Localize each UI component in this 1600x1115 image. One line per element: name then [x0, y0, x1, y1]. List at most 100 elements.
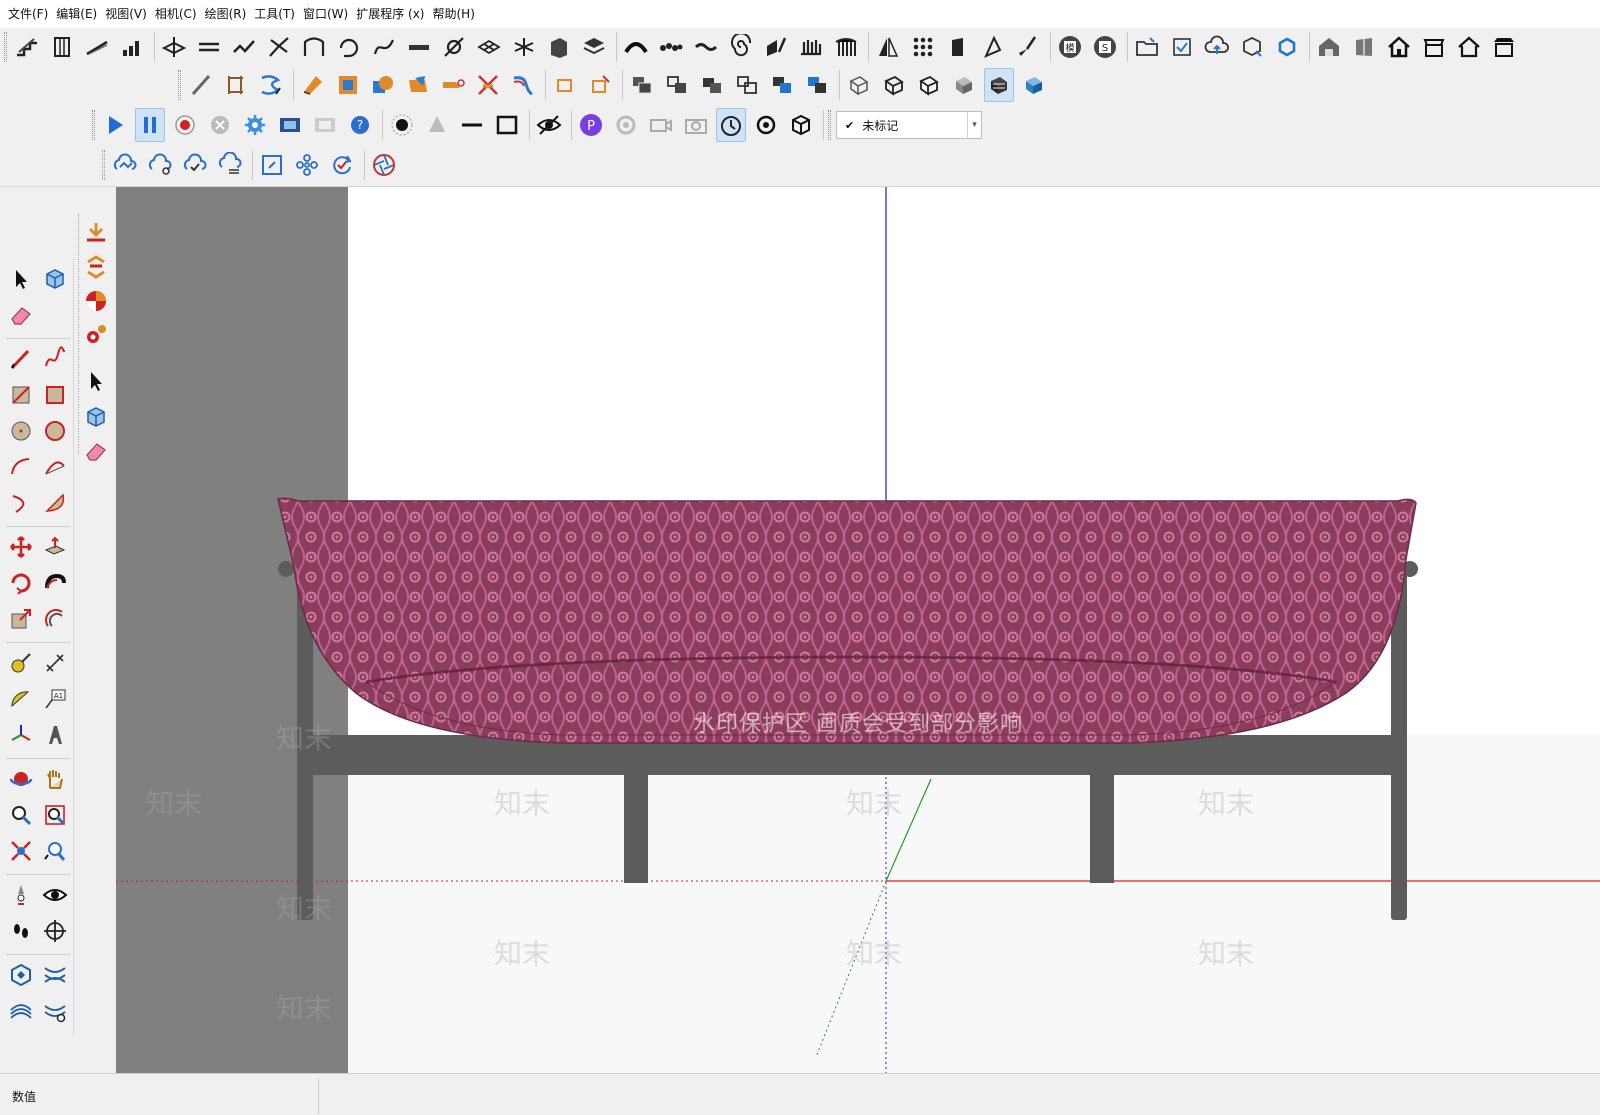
- menu-window[interactable]: 窗口(W): [299, 0, 352, 28]
- protractor-button[interactable]: [6, 684, 36, 714]
- arc-tool-button[interactable]: [6, 452, 36, 482]
- toolbar-grip[interactable]: [4, 32, 7, 62]
- hidden-line-style-button[interactable]: [914, 68, 944, 102]
- home-button[interactable]: [1384, 30, 1414, 64]
- menu-edit[interactable]: 编辑(E): [52, 0, 101, 28]
- orbit-tool-button[interactable]: [6, 764, 36, 794]
- render-sync-button[interactable]: [611, 108, 641, 142]
- stop-button[interactable]: [205, 108, 235, 142]
- dot-grid-button[interactable]: [908, 30, 938, 64]
- menu-help[interactable]: 帮助(H): [428, 0, 478, 28]
- measurements-input[interactable]: [318, 1078, 1600, 1114]
- floor-tool-button[interactable]: [159, 30, 189, 64]
- model-plugin-button[interactable]: 模: [1055, 30, 1085, 64]
- rotate-tool-button[interactable]: [6, 568, 36, 598]
- store-front-button[interactable]: [1489, 30, 1519, 64]
- help-button[interactable]: ?: [345, 108, 375, 142]
- axes-tool-button[interactable]: [6, 720, 36, 750]
- check-box-button[interactable]: [1167, 30, 1197, 64]
- mirror-button[interactable]: [873, 30, 903, 64]
- cut-line-button[interactable]: [229, 30, 259, 64]
- solid-union-button[interactable]: [368, 68, 398, 102]
- grid-plane-button[interactable]: [474, 30, 504, 64]
- split-button[interactable]: [473, 68, 503, 102]
- eraser-tool-button[interactable]: [6, 300, 36, 330]
- material-editor-button[interactable]: [751, 108, 781, 142]
- two-point-arc-button[interactable]: [40, 452, 70, 482]
- shaded-textures-style-button[interactable]: [984, 68, 1014, 102]
- menu-camera[interactable]: 相机(C): [151, 0, 201, 28]
- arc-cap-button[interactable]: [621, 30, 651, 64]
- spring-tool-button[interactable]: [256, 68, 286, 102]
- blue-component-button[interactable]: [767, 68, 797, 102]
- hide-button[interactable]: [732, 68, 762, 102]
- push-pull-tool-button[interactable]: [40, 532, 70, 562]
- ramp-tool-button[interactable]: [82, 30, 112, 64]
- panel-button[interactable]: [1349, 30, 1379, 64]
- line-3d-button[interactable]: [186, 68, 216, 102]
- scale-tool-button[interactable]: [6, 604, 36, 634]
- aperture-button[interactable]: [369, 148, 399, 182]
- cloud-upload-button[interactable]: [1202, 30, 1232, 64]
- brush-button[interactable]: [1013, 30, 1043, 64]
- section-plane-button[interactable]: [40, 916, 70, 946]
- outer-shell-button[interactable]: [550, 68, 580, 102]
- line-light-button[interactable]: [457, 108, 487, 142]
- wall-line-button[interactable]: [194, 30, 224, 64]
- menu-draw[interactable]: 绘图(R): [201, 0, 251, 28]
- play-button[interactable]: [100, 108, 130, 142]
- text-tool-button[interactable]: A1: [40, 684, 70, 714]
- circle-tool-button[interactable]: [6, 416, 36, 446]
- collapse-expand-button[interactable]: [81, 252, 111, 282]
- move-tool-button[interactable]: [6, 532, 36, 562]
- component-tool-button[interactable]: [40, 264, 70, 294]
- menu-tools[interactable]: 工具(T): [250, 0, 299, 28]
- dimension-tool-button[interactable]: [40, 648, 70, 678]
- cloud-check-button[interactable]: [180, 148, 210, 182]
- slab-tool-button[interactable]: [404, 30, 434, 64]
- bars-tool-button[interactable]: [117, 30, 147, 64]
- record-button[interactable]: [170, 108, 200, 142]
- pause-button[interactable]: [135, 108, 165, 142]
- interactive-render-button[interactable]: [716, 108, 746, 142]
- select-tool-button[interactable]: [6, 264, 36, 294]
- plane-light-button[interactable]: [492, 108, 522, 142]
- freehand-tool-button[interactable]: [40, 344, 70, 374]
- line-tool-button[interactable]: [6, 344, 36, 374]
- zoom-window-button[interactable]: [40, 800, 70, 830]
- walk-tool-button[interactable]: [6, 916, 36, 946]
- polygon-tool-button[interactable]: [40, 416, 70, 446]
- branch-tool-button[interactable]: [264, 30, 294, 64]
- make-component-button[interactable]: [697, 68, 727, 102]
- camera-video-button[interactable]: [646, 108, 676, 142]
- group-button[interactable]: [627, 68, 657, 102]
- tape-measure-button[interactable]: [6, 648, 36, 678]
- roof-button[interactable]: [1454, 30, 1484, 64]
- molecule-button[interactable]: [292, 148, 322, 182]
- sandbox-contours-button[interactable]: [6, 960, 36, 990]
- monochrome-style-button[interactable]: [1019, 68, 1049, 102]
- rectangle-tool-button[interactable]: [6, 380, 36, 410]
- eraser-plugin-button[interactable]: [81, 436, 111, 466]
- 3d-text-button[interactable]: [40, 720, 70, 750]
- asset-cube-button[interactable]: [786, 108, 816, 142]
- toolbar-grip[interactable]: [102, 150, 105, 180]
- position-camera-button[interactable]: [6, 880, 36, 910]
- select-arrow-button[interactable]: [81, 366, 111, 396]
- follow-me-tool-button[interactable]: [40, 568, 70, 598]
- pen-tool-button[interactable]: [978, 30, 1008, 64]
- spline-tool-button[interactable]: [369, 30, 399, 64]
- physics-settings-button[interactable]: [240, 108, 270, 142]
- material-library-button[interactable]: [81, 286, 111, 316]
- sync-button[interactable]: [1272, 30, 1302, 64]
- previous-view-button[interactable]: [40, 836, 70, 866]
- trim-button[interactable]: [438, 68, 468, 102]
- model-viewport[interactable]: 水印保护区 画质会受到部分影响 知末 知末 知末 知末 知末 知末 知末 知末 …: [116, 187, 1600, 1073]
- download-model-button[interactable]: [81, 218, 111, 248]
- comb-button[interactable]: [796, 30, 826, 64]
- cone-light-button[interactable]: [422, 108, 452, 142]
- spiral-button[interactable]: [726, 30, 756, 64]
- component-export-button[interactable]: [1237, 30, 1267, 64]
- component-cubes-button[interactable]: [81, 402, 111, 432]
- push-shape-button[interactable]: [761, 30, 791, 64]
